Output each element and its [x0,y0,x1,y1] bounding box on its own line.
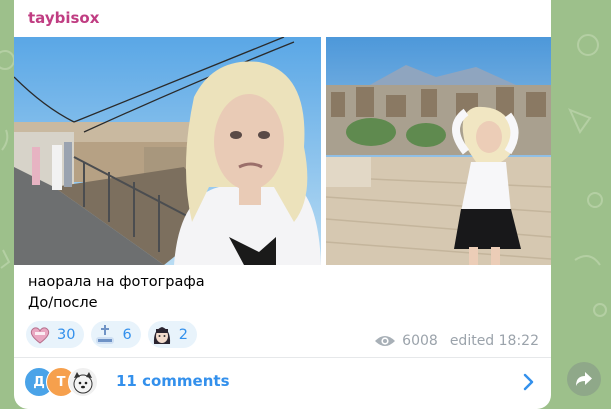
photo-after[interactable] [326,37,551,265]
heart-sticker-icon [30,326,50,344]
reaction-simp-count: 6 [122,326,132,343]
channel-name[interactable]: taybisox [28,9,99,27]
avatar-letter: Д [33,374,45,390]
photo-before[interactable] [14,37,321,265]
reaction-simp[interactable]: 6 [91,321,141,348]
views-count: 6008 [402,333,438,349]
simp-sticker-icon [96,324,115,344]
edited-timestamp: edited 18:22 [449,333,539,349]
avatar [68,367,98,397]
anime-girl-sticker-icon [153,326,170,344]
dog-avatar-icon [73,372,93,394]
reaction-anime-girl[interactable]: 2 [147,321,197,348]
photo-before-image [14,37,321,265]
comments-label: 11 comments [116,372,230,390]
message-meta: 6008 edited 18:22 [374,333,539,349]
photo-after-image [326,37,551,265]
commenter-avatars: Д Т [24,367,119,397]
share-arrow-icon [576,372,592,386]
message-bubble: taybisox наорала на фотографа До/после 3… [14,0,551,409]
chevron-right-icon [523,373,534,391]
share-button[interactable] [567,362,601,396]
reaction-anime-girl-count: 2 [178,326,188,343]
avatar-letter: Т [56,374,66,390]
caption-line-1: наорала на фотографа [28,274,205,290]
reaction-heart-count: 30 [57,326,76,343]
comments-button[interactable]: Д Т 11 comments [14,358,551,409]
reactions-row: 30 6 2 [26,321,197,348]
caption-line-2: До/после [28,295,98,311]
reaction-heart[interactable]: 30 [26,321,85,348]
eye-icon [375,336,396,346]
message-caption: наорала на фотографа До/после [28,272,205,314]
